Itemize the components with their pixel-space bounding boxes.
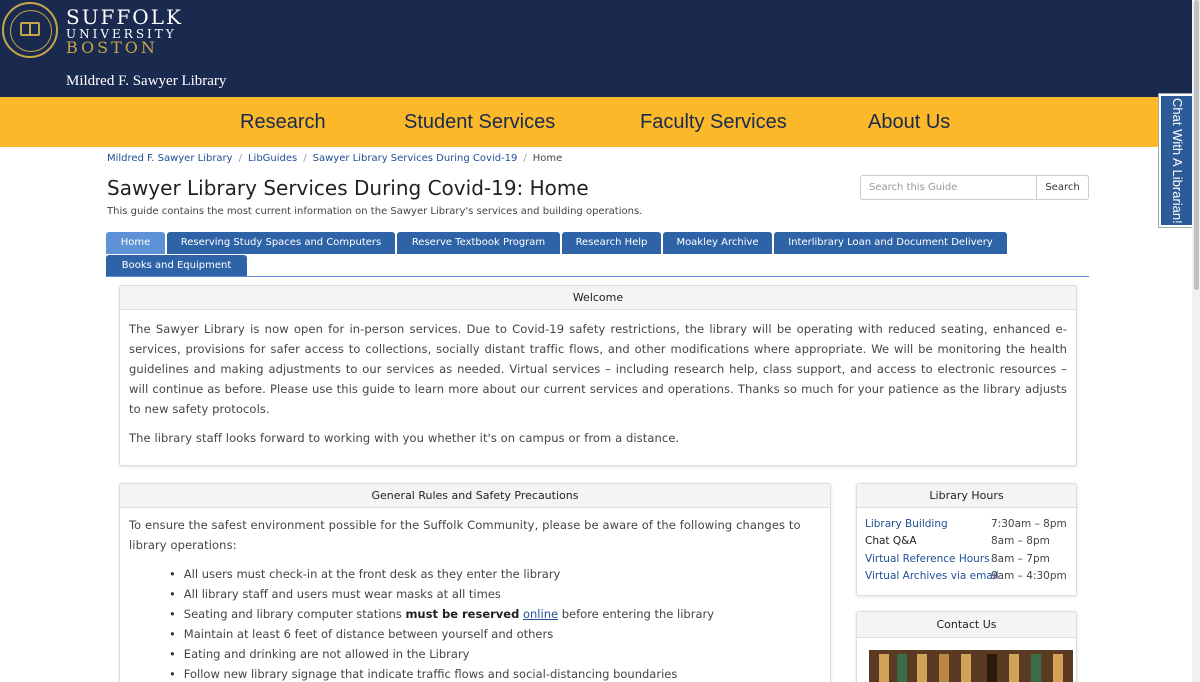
- tab-research-help[interactable]: Research Help: [562, 232, 661, 254]
- contact-heading: Contact Us: [857, 612, 1076, 638]
- main-nav: Research Student Services Faculty Servic…: [0, 97, 1200, 147]
- tab-interlibrary-loan[interactable]: Interlibrary Loan and Document Delivery: [774, 232, 1007, 254]
- hours-virtual-reference-link[interactable]: Virtual Reference Hours: [865, 552, 990, 566]
- scrollbar-thumb[interactable]: [1194, 0, 1199, 290]
- chat-with-librarian-button[interactable]: Chat With A Librarian!: [1159, 94, 1196, 227]
- hours-virtual-archives-link[interactable]: Virtual Archives via email: [865, 569, 999, 583]
- brand-name-suffolk[interactable]: SUFFOLK: [66, 7, 183, 27]
- welcome-box: Welcome The Sawyer Library is now open f…: [119, 285, 1077, 466]
- hours-time: 8am – 8pm: [991, 535, 1050, 547]
- library-name[interactable]: Mildred F. Sawyer Library: [66, 73, 226, 89]
- site-header: SUFFOLK UNIVERSITY BOSTON Mildred F. Saw…: [0, 0, 1200, 97]
- reserve-online-link[interactable]: online: [523, 607, 558, 621]
- rules-box: General Rules and Safety Precautions To …: [119, 483, 831, 682]
- list-item: All library staff and users must wear ma…: [169, 584, 819, 604]
- hours-label: Chat Q&A: [865, 535, 917, 547]
- guide-search-button[interactable]: Search: [1036, 175, 1089, 200]
- tab-underline: [107, 276, 1089, 277]
- tab-books-equipment[interactable]: Books and Equipment: [106, 255, 247, 277]
- nav-about-us[interactable]: About Us: [868, 111, 950, 133]
- hours-time: 7:30am – 8pm: [991, 518, 1067, 530]
- list-item: Seating and library computer stations mu…: [169, 604, 819, 624]
- rules-list: All users must check-in at the front des…: [169, 564, 819, 682]
- tab-home[interactable]: Home: [106, 232, 165, 254]
- welcome-heading: Welcome: [120, 286, 1076, 310]
- breadcrumb-libguides[interactable]: LibGuides: [248, 153, 297, 164]
- contact-box: Contact Us: [856, 611, 1077, 682]
- tab-reserving-study-spaces[interactable]: Reserving Study Spaces and Computers: [167, 232, 395, 254]
- welcome-closing: The library staff looks forward to worki…: [129, 431, 680, 445]
- library-interior-photo: [869, 650, 1073, 682]
- nav-student-services[interactable]: Student Services: [404, 111, 555, 133]
- hours-time: 9am – 4:30pm: [991, 570, 1067, 582]
- library-hours-box: Library Hours Library Building 7:30am – …: [856, 483, 1077, 596]
- guide-search-input[interactable]: [860, 175, 1037, 200]
- page-description: This guide contains the most current inf…: [107, 206, 643, 217]
- university-seal-logo[interactable]: [2, 2, 58, 58]
- nav-research[interactable]: Research: [240, 111, 326, 133]
- chat-label: Chat With A Librarian!: [1170, 97, 1185, 224]
- hours-time: 8am – 7pm: [991, 553, 1050, 565]
- breadcrumb-current: Home: [532, 153, 563, 164]
- tab-moakley-archive[interactable]: Moakley Archive: [663, 232, 772, 254]
- page-title: Sawyer Library Services During Covid-19:…: [107, 176, 589, 200]
- breadcrumb: Mildred F. Sawyer Library / LibGuides / Sawy…: [107, 153, 563, 164]
- list-item: All users must check-in at the front des…: [169, 564, 819, 584]
- list-item: Follow new library signage that indicate…: [169, 664, 819, 682]
- rules-intro: To ensure the safest environment possibl…: [129, 518, 801, 552]
- rules-heading: General Rules and Safety Precautions: [120, 484, 830, 508]
- nav-faculty-services[interactable]: Faculty Services: [640, 111, 787, 133]
- hours-heading: Library Hours: [857, 484, 1076, 508]
- list-item: Eating and drinking are not allowed in t…: [169, 644, 819, 664]
- breadcrumb-guide[interactable]: Sawyer Library Services During Covid-19: [313, 153, 518, 164]
- welcome-paragraph: The Sawyer Library is now open for in-pe…: [129, 322, 1067, 416]
- list-item: Maintain at least 6 feet of distance bet…: [169, 624, 819, 644]
- breadcrumb-sawyer-library[interactable]: Mildred F. Sawyer Library: [107, 153, 233, 164]
- hours-library-building-link[interactable]: Library Building: [865, 517, 948, 531]
- brand-name-boston[interactable]: BOSTON: [66, 40, 158, 56]
- tab-reserve-textbook[interactable]: Reserve Textbook Program: [397, 232, 560, 254]
